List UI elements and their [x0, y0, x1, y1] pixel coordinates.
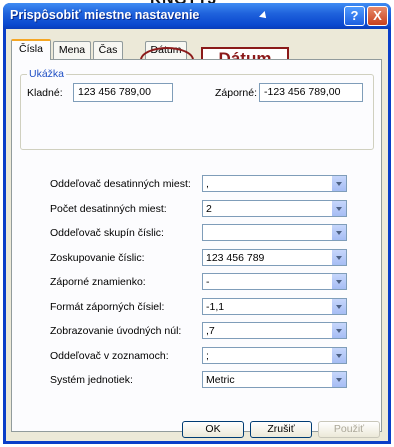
negative-format-label: Formát záporných čísiel:: [50, 301, 165, 313]
negative-format-value: -1,1: [206, 301, 225, 313]
chevron-down-icon[interactable]: [331, 323, 346, 338]
title-bar: Prispôsobiť miestne nastavenie ? X: [3, 3, 391, 29]
chevron-down-icon[interactable]: [331, 225, 346, 240]
digit-grouping-value: 123 456 789: [206, 252, 265, 264]
digit-grouping-select[interactable]: 123 456 789: [202, 249, 347, 266]
dialog-title: Prispôsobiť miestne nastavenie: [10, 8, 200, 22]
negative-sign-label: Záporné znamienko:: [50, 276, 146, 288]
chevron-down-icon[interactable]: [331, 176, 346, 191]
negative-label: Záporné:: [215, 87, 258, 99]
digit-group-separator-label: Oddeľovač skupín číslic:: [50, 227, 164, 239]
measurement-system-value: Metric: [206, 374, 235, 386]
decimal-separator-label: Oddeľovač desatinných miest:: [50, 178, 191, 190]
chevron-down-icon[interactable]: [331, 250, 346, 265]
leading-zeros-select[interactable]: ,7: [202, 322, 347, 339]
decimal-digits-select[interactable]: 2: [202, 200, 347, 217]
preview-group: Ukážka Kladné: 123 456 789,00 Záporné: -…: [20, 68, 374, 150]
negative-preview-field: -123 456 789,00: [259, 83, 363, 102]
cancel-button[interactable]: Zrušiť: [250, 421, 312, 438]
decimal-separator-value: ,: [206, 178, 209, 190]
chevron-down-icon[interactable]: [331, 274, 346, 289]
customize-regional-options-dialog: Prispôsobiť miestne nastavenie ? X Čísla…: [3, 3, 391, 444]
apply-button[interactable]: Použiť: [318, 421, 380, 438]
measurement-system-select[interactable]: Metric: [202, 371, 347, 388]
positive-preview-field: 123 456 789,00: [73, 83, 173, 102]
decimal-digits-label: Počet desatinných miest:: [50, 203, 167, 215]
chevron-down-icon[interactable]: [331, 201, 346, 216]
digit-group-separator-select[interactable]: [202, 224, 347, 241]
ok-button[interactable]: OK: [182, 421, 244, 438]
negative-format-select[interactable]: -1,1: [202, 298, 347, 315]
preview-group-title: Ukážka: [27, 68, 67, 80]
digit-grouping-label: Zoskupovanie číslic:: [50, 252, 145, 264]
list-separator-label: Oddeľovač v zoznamoch:: [50, 350, 169, 362]
negative-sign-select[interactable]: -: [202, 273, 347, 290]
decimal-digits-value: 2: [206, 203, 212, 215]
list-separator-select[interactable]: ;: [202, 347, 347, 364]
help-button[interactable]: ?: [344, 6, 365, 26]
leading-zeros-label: Zobrazovanie úvodných núl:: [50, 325, 182, 337]
chevron-down-icon[interactable]: [331, 372, 346, 387]
tab-numbers[interactable]: Čísla: [11, 39, 51, 60]
tab-currency[interactable]: Mena: [53, 41, 91, 59]
chevron-down-icon[interactable]: [331, 348, 346, 363]
decimal-separator-select[interactable]: ,: [202, 175, 347, 192]
list-separator-value: ;: [206, 350, 209, 362]
negative-sign-value: -: [206, 276, 210, 288]
tab-time[interactable]: Čas: [93, 41, 123, 59]
close-button[interactable]: X: [367, 6, 388, 26]
leading-zeros-value: ,7: [206, 325, 215, 337]
positive-label: Kladné:: [27, 87, 63, 99]
dialog-client-area: Čísla Mena Čas Dátum Dátum Ukážka Kladné…: [6, 29, 388, 441]
measurement-system-label: Systém jednotiek:: [50, 374, 133, 386]
chevron-down-icon[interactable]: [331, 299, 346, 314]
mouse-cursor-icon: [259, 11, 269, 21]
numbers-tab-panel: Ukážka Kladné: 123 456 789,00 Záporné: -…: [11, 59, 382, 432]
